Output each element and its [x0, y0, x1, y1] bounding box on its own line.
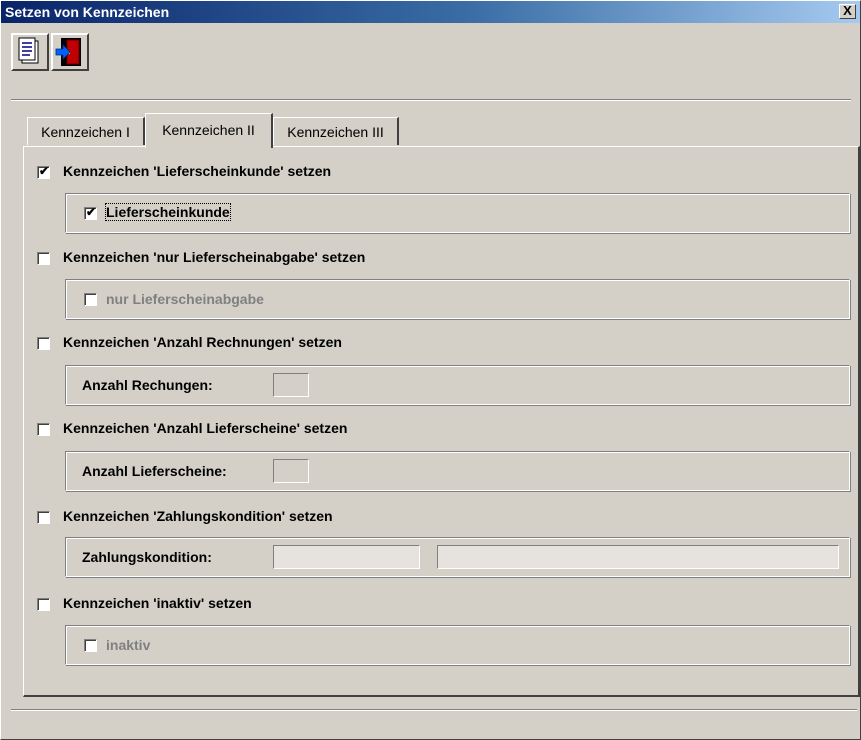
set-anzahl-rechnungen-label: Kennzeichen 'Anzahl Rechnungen' setzen — [63, 334, 342, 350]
inaktiv-group: inaktiv — [65, 625, 850, 665]
exit-door-icon — [55, 38, 81, 66]
nur-lieferscheinabgabe-group: nur Lieferscheinabgabe — [65, 279, 850, 319]
nur-lieferscheinabgabe-checkbox[interactable] — [84, 293, 97, 306]
title-bar[interactable]: Setzen von Kennzeichen X — [1, 1, 860, 23]
set-inaktiv-checkbox[interactable] — [37, 598, 50, 611]
tab-kennzeichen-1[interactable]: Kennzeichen I — [27, 117, 145, 145]
document-button[interactable] — [11, 33, 49, 71]
document-icon — [18, 37, 39, 64]
tab-kennzeichen-2[interactable]: Kennzeichen II — [145, 113, 273, 148]
lieferscheinkunde-group: ✔ Lieferscheinkunde — [65, 193, 850, 233]
zahlungskondition-label: Zahlungskondition: — [82, 549, 212, 565]
lieferscheinkunde-checkbox[interactable]: ✔ — [84, 205, 97, 220]
dialog-window: Setzen von Kennzeichen X Kennzeichen I K… — [0, 0, 861, 740]
set-anzahl-lieferscheine-checkbox[interactable] — [37, 423, 50, 436]
close-button[interactable]: X — [839, 4, 856, 19]
set-nur-lieferscheinabgabe-label: Kennzeichen 'nur Lieferscheinabgabe' set… — [63, 249, 366, 265]
set-anzahl-lieferscheine-label: Kennzeichen 'Anzahl Lieferscheine' setze… — [63, 420, 348, 436]
set-lieferscheinkunde-label: Kennzeichen 'Lieferscheinkunde' setzen — [63, 163, 332, 179]
tab-kennzeichen-3[interactable]: Kennzeichen III — [273, 117, 399, 145]
zahlungskondition-code-input[interactable] — [273, 545, 420, 569]
zahlungskondition-description-input[interactable] — [437, 545, 839, 569]
anzahl-lieferscheine-group: Anzahl Lieferscheine: — [65, 451, 850, 491]
nur-lieferscheinabgabe-label: nur Lieferscheinabgabe — [106, 291, 264, 307]
toolbar-separator — [11, 99, 851, 101]
anzahl-lieferscheine-input[interactable] — [273, 459, 309, 483]
set-anzahl-rechnungen-checkbox[interactable] — [37, 337, 50, 350]
anzahl-rechnungen-label: Anzahl Rechungen: — [82, 377, 213, 393]
zahlungskondition-group: Zahlungskondition: — [65, 537, 850, 577]
inaktiv-label: inaktiv — [106, 637, 151, 653]
check-mark-icon: ✔ — [39, 164, 50, 178]
window-title: Setzen von Kennzeichen — [5, 4, 170, 20]
status-separator — [11, 709, 857, 711]
set-zahlungskondition-label: Kennzeichen 'Zahlungskondition' setzen — [63, 508, 333, 524]
exit-button[interactable] — [51, 33, 89, 71]
lieferscheinkunde-label[interactable]: Lieferscheinkunde — [105, 203, 231, 221]
check-mark-icon: ✔ — [86, 205, 97, 219]
anzahl-lieferscheine-label: Anzahl Lieferscheine: — [82, 463, 227, 479]
set-zahlungskondition-checkbox[interactable] — [37, 511, 50, 524]
anzahl-rechnungen-input[interactable] — [273, 373, 309, 397]
anzahl-rechnungen-group: Anzahl Rechungen: — [65, 365, 850, 405]
inaktiv-checkbox[interactable] — [84, 639, 97, 652]
set-nur-lieferscheinabgabe-checkbox[interactable] — [37, 252, 50, 265]
set-lieferscheinkunde-checkbox[interactable]: ✔ — [37, 164, 50, 179]
set-inaktiv-label: Kennzeichen 'inaktiv' setzen — [63, 595, 252, 611]
